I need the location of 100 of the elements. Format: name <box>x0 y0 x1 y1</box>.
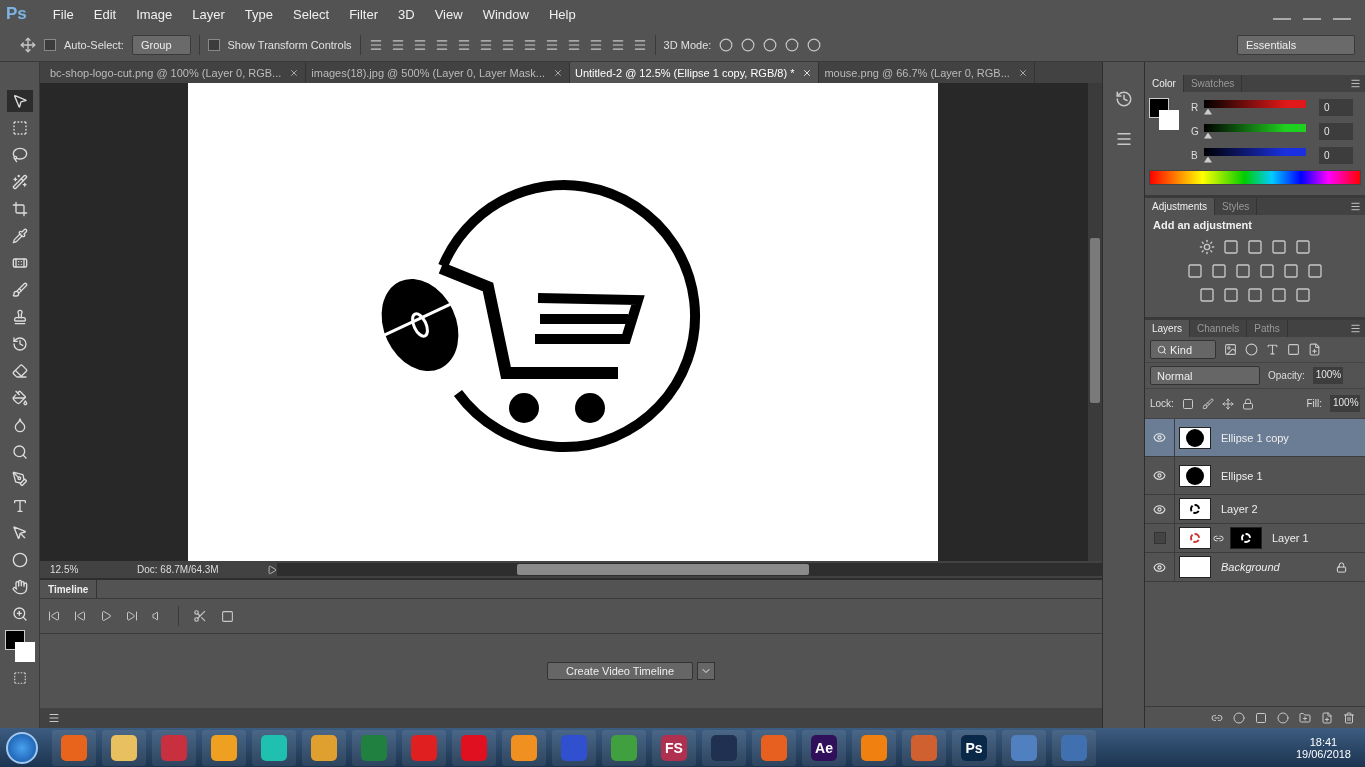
lock-icon[interactable] <box>1241 397 1254 410</box>
lock-brush-icon[interactable] <box>1201 397 1214 410</box>
channel-value-field[interactable]: 0 <box>1319 146 1353 164</box>
align-icon[interactable] <box>500 37 515 52</box>
color-swatches[interactable] <box>4 630 35 662</box>
eye-icon[interactable] <box>1153 469 1166 482</box>
lock-position-icon[interactable] <box>1221 397 1234 410</box>
color-spectrum[interactable] <box>1149 170 1361 185</box>
layer-row[interactable]: Layer 2 <box>1145 495 1365 524</box>
align-icon[interactable] <box>544 37 559 52</box>
group-dropdown[interactable]: Group <box>131 34 191 55</box>
vertical-scrollbar[interactable] <box>1088 83 1102 561</box>
history-icon[interactable] <box>1114 90 1133 108</box>
slider-thumb[interactable] <box>1204 156 1212 163</box>
opacity-field[interactable]: 100% <box>1312 367 1343 384</box>
align-icon[interactable] <box>522 37 537 52</box>
align-icon[interactable] <box>390 37 405 52</box>
menu-item[interactable]: File <box>42 6 84 22</box>
menu-item[interactable]: Type <box>234 6 283 22</box>
color-swatches[interactable] <box>1149 98 1179 130</box>
move-tool-icon[interactable] <box>6 90 33 112</box>
filter-icon[interactable] <box>1245 343 1258 356</box>
slider-thumb[interactable] <box>1204 132 1212 139</box>
adjustment-icon[interactable] <box>1283 263 1299 279</box>
align-icon[interactable] <box>412 37 427 52</box>
align-icon[interactable] <box>368 37 383 52</box>
align-icon[interactable] <box>566 37 581 52</box>
menu-item[interactable]: 3D <box>388 6 425 22</box>
adjustment-icon[interactable] <box>1223 287 1239 303</box>
adjustment-icon[interactable] <box>1211 263 1227 279</box>
layer-action-icon[interactable] <box>1277 711 1289 724</box>
transform-controls-checkbox[interactable] <box>207 38 220 51</box>
taskbar-app[interactable] <box>502 729 546 766</box>
align-icon[interactable] <box>588 37 603 52</box>
menu-item[interactable]: Image <box>126 6 183 22</box>
layer-action-icon[interactable] <box>1343 711 1355 724</box>
channel-slider[interactable] <box>1204 147 1306 163</box>
taskbar-app[interactable] <box>302 729 346 766</box>
start-button[interactable] <box>6 731 38 764</box>
align-icon[interactable] <box>434 37 449 52</box>
close-icon[interactable] <box>802 67 813 78</box>
document-tab[interactable]: Untitled-2 @ 12.5% (Ellipse 1 copy, RGB/8) * <box>570 62 820 83</box>
close-icon[interactable] <box>289 67 300 78</box>
channel-value-field[interactable]: 0 <box>1319 98 1353 116</box>
menu-item[interactable]: Window <box>472 6 539 22</box>
layer-action-icon[interactable] <box>1299 711 1311 724</box>
layer-row[interactable]: Ellipse 1 <box>1145 457 1365 495</box>
menu-item[interactable]: Select <box>283 6 340 22</box>
adjustment-icon[interactable] <box>1271 287 1287 303</box>
align-icon[interactable] <box>632 37 647 52</box>
adjustment-icon[interactable] <box>1247 239 1263 255</box>
layer-row[interactable]: Layer 1 <box>1145 524 1365 553</box>
align-icon[interactable] <box>478 37 493 52</box>
adjustment-icon[interactable] <box>1247 287 1263 303</box>
taskbar-app[interactable] <box>102 729 146 766</box>
align-icon[interactable] <box>610 37 625 52</box>
panel-tab[interactable]: Adjustments <box>1145 198 1216 215</box>
adjustment-icon[interactable] <box>1271 239 1287 255</box>
taskbar-app[interactable]: Ps <box>952 729 996 766</box>
channel-value-field[interactable]: 0 <box>1319 122 1353 140</box>
dropdown-button[interactable] <box>697 662 715 680</box>
close-icon[interactable] <box>553 67 563 78</box>
slider-thumb[interactable] <box>1204 108 1212 115</box>
taskbar-app[interactable] <box>1002 729 1046 766</box>
move-tool-icon[interactable] <box>20 36 36 53</box>
taskbar-app[interactable]: Ae <box>802 729 846 766</box>
channel-slider[interactable] <box>1204 99 1306 115</box>
menu-item[interactable]: Layer <box>182 6 235 22</box>
layer-action-icon[interactable] <box>1233 711 1245 724</box>
layer-action-icon[interactable] <box>1321 711 1333 724</box>
taskbar-app[interactable] <box>252 729 296 766</box>
filter-icon[interactable] <box>1266 343 1279 356</box>
taskbar-app[interactable] <box>202 729 246 766</box>
adjustment-icon[interactable] <box>1223 239 1239 255</box>
layer-row[interactable]: Ellipse 1 copy <box>1145 419 1365 457</box>
play-icon[interactable] <box>267 564 277 575</box>
eye-icon[interactable] <box>1153 431 1166 444</box>
adjustment-icon[interactable] <box>1199 287 1215 303</box>
horizontal-scrollbar[interactable] <box>277 563 1102 576</box>
taskbar-app[interactable] <box>902 729 946 766</box>
workspace-dropdown[interactable]: Essentials <box>1237 34 1355 55</box>
menu-item[interactable]: Help <box>538 6 586 22</box>
taskbar-app[interactable] <box>752 729 796 766</box>
adjustment-icon[interactable] <box>1187 263 1203 279</box>
eye-icon[interactable] <box>1153 560 1166 574</box>
channel-slider[interactable] <box>1204 123 1306 139</box>
layer-action-icon[interactable] <box>1255 711 1267 724</box>
adjustment-icon[interactable] <box>1295 287 1311 303</box>
taskbar-app[interactable]: FS <box>652 729 696 766</box>
blend-mode-dropdown[interactable]: Normal <box>1150 366 1260 385</box>
next-frame-icon[interactable] <box>126 610 138 622</box>
taskbar-app[interactable] <box>602 729 646 766</box>
layer-row[interactable]: Background <box>1145 553 1365 582</box>
menu-item[interactable]: View <box>424 6 473 22</box>
fill-field[interactable]: 100% <box>1330 395 1360 412</box>
close-icon[interactable] <box>1017 67 1028 78</box>
adjustment-icon[interactable] <box>1259 263 1275 279</box>
align-icon[interactable] <box>456 37 471 52</box>
taskbar-app[interactable] <box>852 729 896 766</box>
menu-item[interactable]: Filter <box>339 6 389 22</box>
